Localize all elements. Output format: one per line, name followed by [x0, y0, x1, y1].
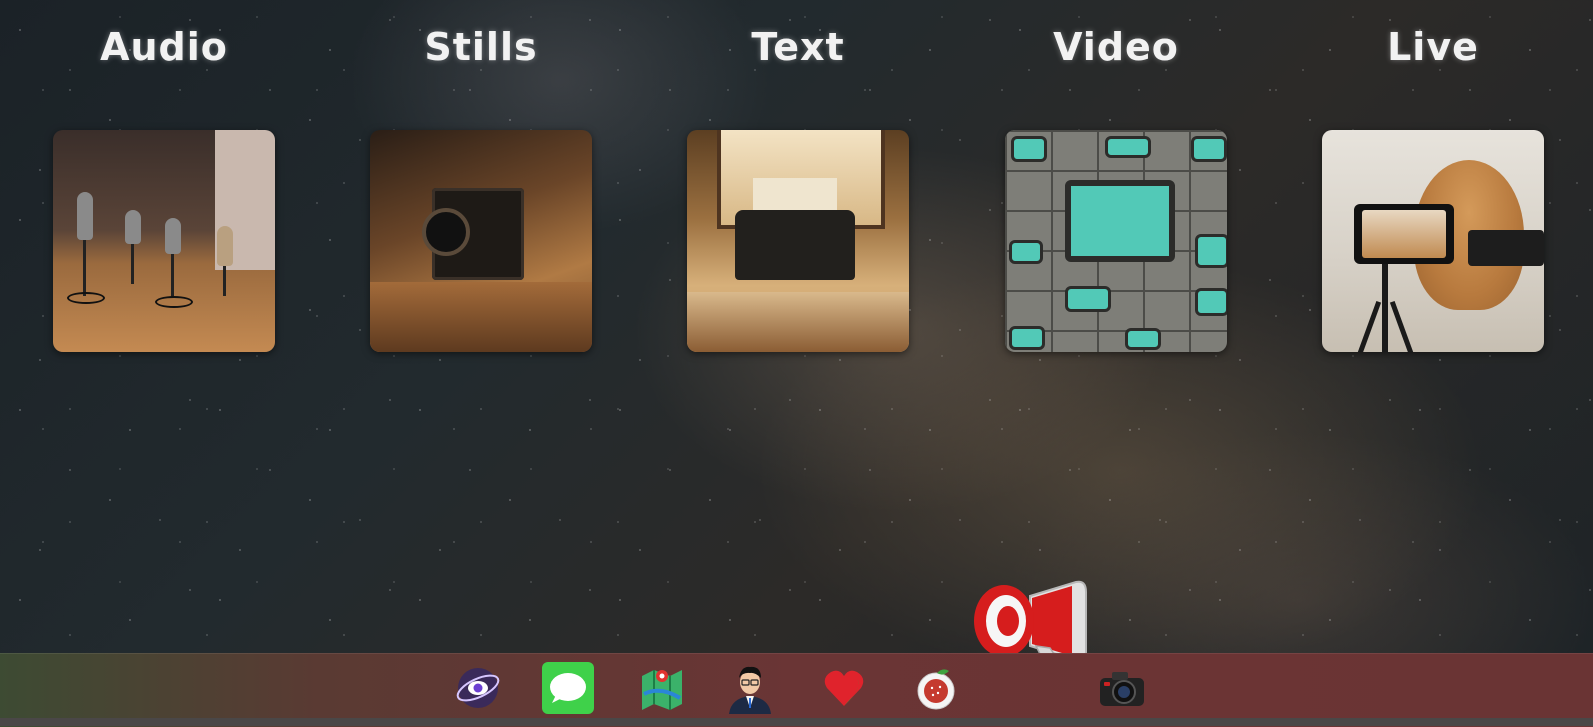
category-audio[interactable]: Audio [53, 0, 275, 352]
apple-icon[interactable] [910, 662, 962, 714]
category-live[interactable]: Live [1322, 0, 1544, 352]
podcast-microphones-image[interactable] [53, 130, 275, 352]
heart-icon[interactable] [818, 662, 870, 714]
category-video[interactable]: Video [1005, 0, 1227, 352]
category-title: Audio [100, 25, 228, 69]
category-stills[interactable]: Stills [370, 0, 592, 352]
dock-edge [0, 718, 1593, 726]
maps-icon[interactable] [636, 662, 688, 714]
eye-orbit-icon[interactable] [452, 662, 504, 714]
category-text[interactable]: Text [687, 0, 909, 352]
typewriter-image[interactable] [687, 130, 909, 352]
category-title: Video [1053, 25, 1179, 69]
category-title: Text [751, 25, 845, 69]
messages-icon[interactable] [542, 662, 594, 714]
category-title: Stills [424, 25, 538, 69]
camera-icon[interactable] [1096, 662, 1148, 714]
retro-televisions-image[interactable] [1005, 130, 1227, 352]
avatar-icon[interactable] [724, 662, 776, 714]
vintage-camera-image[interactable] [370, 130, 592, 352]
category-title: Live [1387, 25, 1479, 69]
dock [0, 653, 1593, 727]
dog-livestream-image[interactable] [1322, 130, 1544, 352]
